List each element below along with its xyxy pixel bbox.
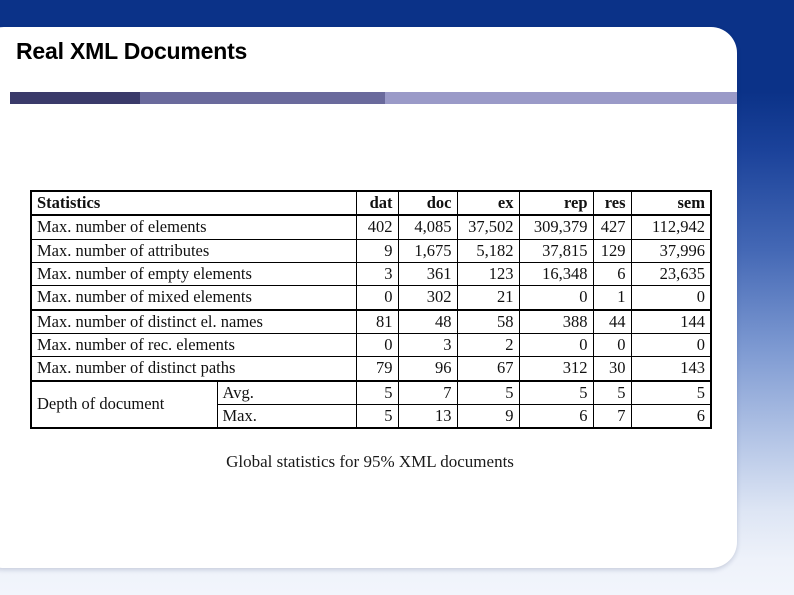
cell-dat: 9 (355, 238, 399, 263)
table-row: Max. number of rec. elements 0 3 2 0 0 0 (30, 332, 712, 358)
cell-doc: 1,675 (397, 238, 458, 263)
cell-rep: 388 (518, 309, 594, 334)
table-row: Max. number of empty elements 3 361 123 16,3… (30, 261, 712, 287)
cell-ex: 2 (456, 332, 520, 358)
cell-ex: 9 (456, 403, 520, 429)
cell-res: 44 (592, 309, 632, 334)
table-row: Max. number of attributes 9 1,675 5,182 37,8… (30, 238, 712, 263)
table-row: Depth of document Avg. 5 7 5 5 5 5 (30, 380, 712, 429)
cell-res: 5 (592, 380, 632, 405)
cell-sem: 112,942 (630, 214, 712, 240)
column-header-dat: dat (355, 190, 399, 217)
cell-rep: 37,815 (518, 238, 594, 263)
cell-ex: 21 (456, 285, 520, 311)
statistics-table-wrapper: Statistics dat doc ex rep res sem Max. n… (30, 190, 712, 430)
cell-doc: 13 (397, 403, 458, 429)
cell-sem: 23,635 (630, 261, 712, 287)
cell-doc: 361 (397, 261, 458, 287)
depth-subrow-label: Max. (216, 403, 357, 429)
cell-res: 0 (592, 332, 632, 358)
cell-res: 129 (592, 238, 632, 263)
accent-bar-segment-light (385, 92, 737, 104)
cell-ex: 5,182 (456, 238, 520, 263)
cell-ex: 123 (456, 261, 520, 287)
row-label: Max. number of distinct el. names (30, 309, 357, 334)
cell-res: 30 (592, 356, 632, 382)
cell-dat: 5 (355, 403, 399, 429)
cell-ex: 5 (456, 380, 520, 405)
table-row: Max. number of distinct el. names 81 48 58 3… (30, 309, 712, 334)
cell-res: 6 (592, 261, 632, 287)
table-body: Max. number of elements 402 4,085 37,502 309… (30, 214, 712, 429)
cell-rep: 0 (518, 332, 594, 358)
cell-res: 1 (592, 285, 632, 311)
cell-dat: 81 (355, 309, 399, 334)
table-row: Max. number of distinct paths 79 96 67 312 30… (30, 356, 712, 382)
row-label: Max. number of mixed elements (30, 285, 357, 311)
cell-doc: 48 (397, 309, 458, 334)
row-label: Max. number of empty elements (30, 261, 357, 287)
table-caption: Global statistics for 95% XML documents (226, 452, 514, 471)
column-header-ex: ex (456, 190, 520, 217)
cell-rep: 309,379 (518, 214, 594, 240)
accent-bar (10, 92, 737, 104)
cell-doc: 4,085 (397, 214, 458, 240)
cell-ex: 67 (456, 356, 520, 382)
cell-ex: 58 (456, 309, 520, 334)
table-row: Max. number of elements 402 4,085 37,502 309… (30, 214, 712, 240)
page-title: Real XML Documents (16, 38, 248, 64)
cell-sem: 37,996 (630, 238, 712, 263)
cell-rep: 6 (518, 403, 594, 429)
cell-sem: 0 (630, 285, 712, 311)
cell-doc: 7 (397, 380, 458, 405)
accent-bar-segment-dark (10, 92, 140, 104)
row-label: Max. number of elements (30, 214, 357, 240)
cell-dat: 0 (355, 285, 399, 311)
cell-ex: 37,502 (456, 214, 520, 240)
cell-sem: 5 (630, 380, 712, 405)
accent-bar-segment-mid (140, 92, 385, 104)
depth-subrow-label: Avg. (216, 380, 357, 405)
cell-sem: 143 (630, 356, 712, 382)
cell-dat: 3 (355, 261, 399, 287)
slide-canvas: Real XML Documents Statistics dat doc ex… (0, 0, 794, 595)
row-label: Max. number of attributes (30, 238, 357, 263)
column-header-sem: sem (630, 190, 712, 217)
cell-rep: 16,348 (518, 261, 594, 287)
cell-rep: 312 (518, 356, 594, 382)
column-header-statistics: Statistics (30, 190, 357, 217)
cell-res: 427 (592, 214, 632, 240)
table-row: Max. number of mixed elements 0 302 21 0 1 0 (30, 285, 712, 311)
cell-sem: 6 (630, 403, 712, 429)
cell-sem: 144 (630, 309, 712, 334)
column-header-rep: rep (518, 190, 594, 217)
depth-of-document-label: Depth of document (30, 380, 218, 429)
column-header-doc: doc (397, 190, 458, 217)
cell-res: 7 (592, 403, 632, 429)
statistics-table: Statistics dat doc ex rep res sem Max. n… (30, 190, 712, 430)
cell-doc: 302 (397, 285, 458, 311)
cell-dat: 5 (355, 380, 399, 405)
cell-doc: 96 (397, 356, 458, 382)
table-header: Statistics dat doc ex rep res sem (30, 190, 712, 217)
table-header-row: Statistics dat doc ex rep res sem (30, 190, 712, 217)
cell-doc: 3 (397, 332, 458, 358)
row-label: Max. number of rec. elements (30, 332, 357, 358)
column-header-res: res (592, 190, 632, 217)
cell-dat: 0 (355, 332, 399, 358)
cell-dat: 79 (355, 356, 399, 382)
row-label: Max. number of distinct paths (30, 356, 357, 382)
cell-dat: 402 (355, 214, 399, 240)
cell-rep: 5 (518, 380, 594, 405)
cell-rep: 0 (518, 285, 594, 311)
cell-sem: 0 (630, 332, 712, 358)
